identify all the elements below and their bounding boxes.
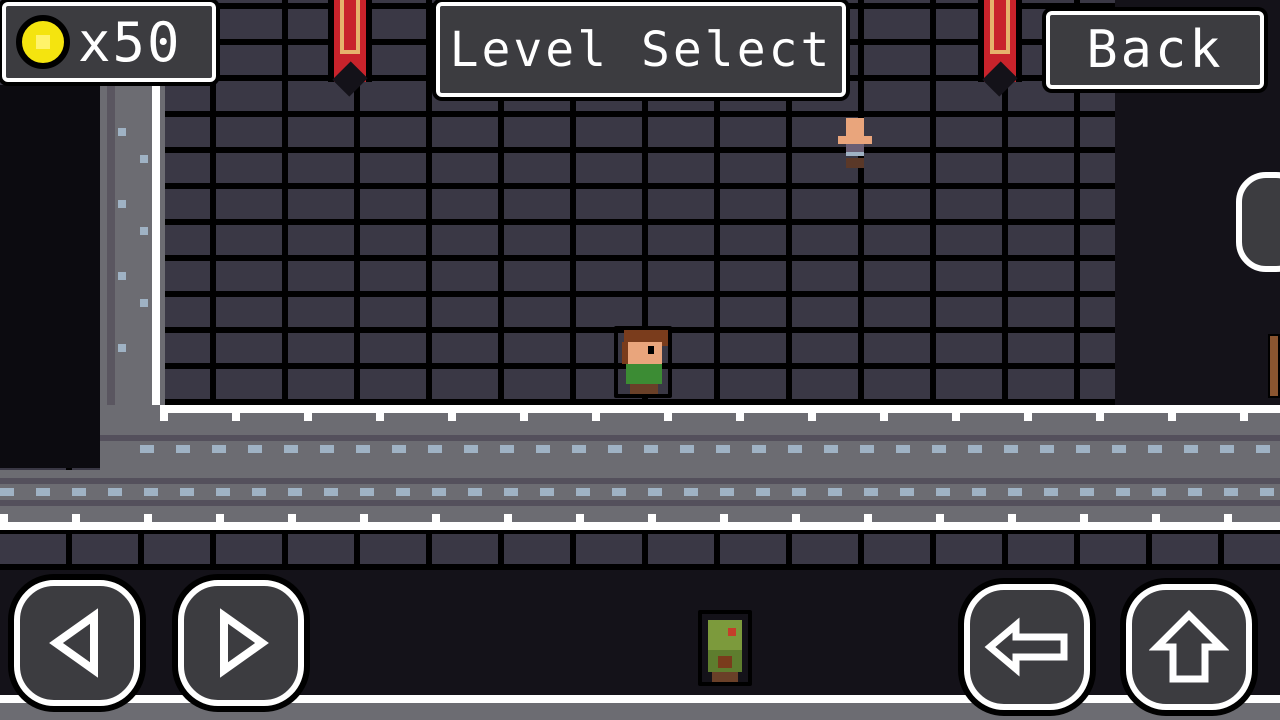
- arrow-left-outline-icon: [984, 617, 1068, 677]
- page-title: Level Select: [436, 2, 846, 97]
- npc-character: [838, 118, 872, 168]
- coin-count: x50: [78, 10, 182, 74]
- red-banner-left: [322, 0, 378, 97]
- wooden-door-edge: [1268, 334, 1280, 398]
- stone-floor-strip: [0, 470, 1280, 530]
- move-left-button[interactable]: [14, 580, 140, 706]
- coin-icon: [16, 15, 70, 69]
- dark-passage: [0, 85, 100, 468]
- level-door-button-partial[interactable]: [1236, 172, 1280, 272]
- zombie-enemy: [698, 610, 752, 686]
- arrow-right-icon: [220, 608, 269, 678]
- action-button[interactable]: [964, 584, 1090, 710]
- arrow-left-icon: [49, 608, 98, 678]
- arrow-up-outline-icon: [1149, 610, 1229, 683]
- back-button[interactable]: Back: [1046, 11, 1264, 89]
- stone-ledge-upper: [100, 405, 1280, 470]
- move-right-button[interactable]: [178, 580, 304, 706]
- player-character: [614, 326, 672, 398]
- red-banner-right: [972, 0, 1028, 97]
- ground-floor: [0, 695, 1280, 720]
- jump-button[interactable]: [1126, 584, 1252, 710]
- coin-counter: x50: [2, 2, 216, 82]
